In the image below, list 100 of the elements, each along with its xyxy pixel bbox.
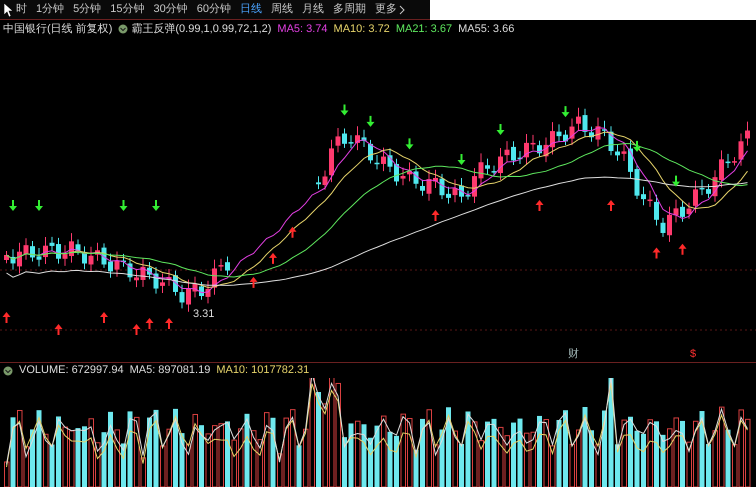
candlestick — [556, 124, 562, 142]
period-tab[interactable]: 时 — [16, 1, 27, 18]
candlestick — [622, 142, 626, 162]
up-arrow-icon — [250, 276, 258, 288]
candlestick — [667, 206, 672, 242]
up-arrow-icon — [536, 200, 544, 211]
up-arrow-icon — [54, 324, 62, 335]
candlestick — [17, 242, 22, 274]
up-arrow-icon — [288, 226, 296, 238]
candlestick — [50, 236, 54, 252]
candlestick — [608, 126, 614, 156]
candlestick — [550, 122, 555, 155]
candlestick — [368, 139, 373, 164]
candlestick — [732, 156, 737, 166]
candlestick — [355, 126, 360, 151]
candlestick — [654, 194, 659, 226]
candlestick — [102, 242, 106, 268]
candlestick — [524, 134, 529, 165]
indicator-toggle-icon[interactable] — [118, 24, 128, 34]
candlestick — [466, 190, 470, 200]
up-arrow-icon — [607, 200, 615, 211]
candlestick — [43, 236, 48, 265]
up-arrow-icon — [165, 318, 173, 329]
candlestick — [329, 139, 334, 183]
candlestick — [374, 154, 380, 170]
candlestick — [440, 173, 444, 200]
down-arrow-icon — [562, 106, 570, 118]
candlestick — [206, 280, 210, 304]
period-tab[interactable]: 60分钟 — [196, 1, 231, 18]
candlestick — [738, 133, 744, 166]
candlestick — [108, 253, 113, 278]
candlestick — [530, 134, 536, 150]
candlestick — [218, 258, 224, 272]
period-tab[interactable]: 日线 — [240, 1, 262, 18]
period-tab[interactable]: 15分钟 — [110, 1, 144, 18]
period-tab[interactable]: 1分钟 — [36, 1, 64, 18]
up-arrow-icon — [132, 324, 140, 335]
low-price-label: 3.31 — [193, 307, 214, 322]
down-arrow-icon — [672, 176, 680, 187]
event-marker: $ — [690, 347, 696, 362]
cursor-icon — [4, 2, 13, 16]
candlestick — [446, 186, 451, 204]
candlestick — [648, 190, 652, 208]
candlestick — [388, 148, 392, 173]
candlestick — [589, 126, 594, 142]
up-arrow-icon — [678, 244, 686, 255]
candlestick — [674, 199, 678, 223]
chevron-right-icon[interactable] — [399, 4, 405, 14]
candlestick — [602, 120, 607, 137]
period-tab[interactable]: 30分钟 — [154, 1, 188, 18]
candlestick — [199, 281, 204, 300]
candlestick — [706, 184, 711, 198]
candlestick — [154, 266, 158, 294]
candlestick — [472, 168, 477, 204]
down-arrow-icon — [458, 154, 466, 166]
volume-value: MA5: 897081.19 — [130, 363, 210, 378]
period-tab[interactable]: 月线 — [302, 1, 324, 18]
candlestick — [114, 251, 120, 278]
candlestick — [712, 170, 718, 202]
up-arrow-icon — [146, 318, 154, 329]
volume-value: MA10: 1017782.31 — [216, 363, 310, 378]
candlestick — [316, 176, 321, 190]
candlestick — [95, 242, 100, 262]
candlestick — [426, 170, 432, 202]
period-tab[interactable]: 5分钟 — [73, 1, 102, 18]
candlestick — [615, 144, 620, 162]
moving-average-value: MA5: 3.74 — [277, 22, 328, 37]
candlestick — [166, 268, 172, 286]
period-tab[interactable]: 多周期 — [333, 1, 366, 18]
candlestick — [420, 179, 425, 196]
up-arrow-icon — [432, 210, 440, 222]
indicator-toggle-icon[interactable] — [3, 366, 13, 376]
candlestick — [348, 134, 354, 149]
down-arrow-icon — [366, 116, 374, 127]
candlestick — [225, 256, 230, 276]
down-arrow-icon — [35, 200, 43, 211]
candlestick — [628, 140, 633, 179]
candlestick — [498, 148, 503, 180]
up-arrow-icon — [100, 312, 108, 323]
indicator-name: 霸王反弹(0.99,1,0.99,72,1,2) — [131, 22, 272, 37]
candlestick — [362, 129, 366, 148]
candlestick — [4, 250, 9, 264]
down-arrow-icon — [120, 200, 128, 211]
moving-average-value: MA10: 3.72 — [334, 22, 390, 37]
candlestick — [407, 162, 412, 182]
volume-value: VOLUME: 672997.94 — [19, 363, 124, 378]
candlestick — [147, 262, 152, 280]
candlestick — [381, 147, 386, 172]
candlestick — [36, 248, 42, 267]
candlestick — [537, 140, 542, 158]
period-tab[interactable]: 周线 — [271, 1, 293, 18]
candlestick — [563, 130, 568, 146]
candlestick — [192, 276, 198, 298]
candlestick — [686, 202, 692, 220]
candlestick — [660, 217, 666, 238]
candlestick — [504, 140, 510, 162]
candlestick — [576, 107, 581, 132]
candlestick — [62, 244, 68, 266]
candlestick — [24, 238, 28, 260]
period-tab[interactable]: 更多 — [375, 1, 397, 18]
